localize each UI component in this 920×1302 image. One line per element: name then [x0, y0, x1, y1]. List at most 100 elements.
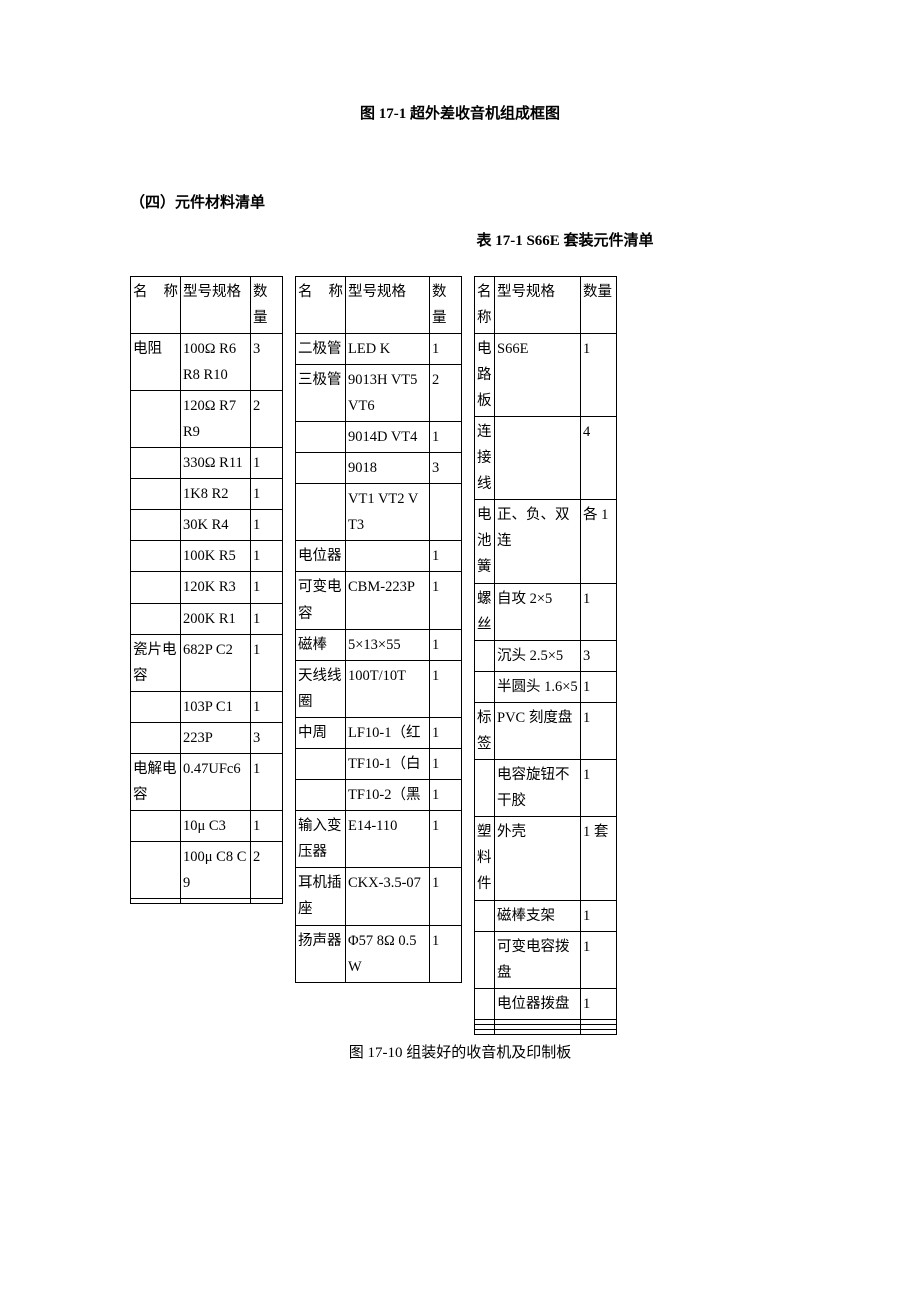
cell-name: 电池簧 [475, 500, 495, 583]
table-row: 电阻100Ω R6 R8 R103 [131, 333, 283, 390]
cell-name [475, 900, 495, 931]
table-row: VT1 VT2 VT3 [296, 484, 462, 541]
table-row: 名 称 型号规格 数量 [296, 276, 462, 333]
cell-spec [346, 541, 430, 572]
cell-qty: 1 [251, 510, 283, 541]
cell-spec: Φ57 8Ω 0.5W [346, 925, 430, 982]
cell-spec: 外壳 [495, 817, 581, 900]
table-row: 9014D VT41 [296, 421, 462, 452]
cell-name: 电位器 [296, 541, 346, 572]
cell-spec: 30K R4 [181, 510, 251, 541]
cell-qty: 1 [430, 717, 462, 748]
cell-name [131, 811, 181, 842]
cell-qty: 2 [251, 390, 283, 447]
table-row: 120K R31 [131, 572, 283, 603]
cell-qty: 1 [251, 541, 283, 572]
cell-name: 中周 [296, 717, 346, 748]
cell-name [131, 603, 181, 634]
cell-spec: 200K R1 [181, 603, 251, 634]
cell-spec: 正、负、双连 [495, 500, 581, 583]
cell-qty: 3 [251, 722, 283, 753]
cell-name [296, 453, 346, 484]
cell-qty: 1 [430, 541, 462, 572]
cell-spec: 223P [181, 722, 251, 753]
table-row: 电路板S66E1 [475, 333, 617, 416]
components-table-2: 名 称 型号规格 数量 二极管LED K1 三极管9013H VT5 VT62 … [295, 276, 462, 983]
table-row: 磁棒支架1 [475, 900, 617, 931]
cell-name [475, 671, 495, 702]
cell-spec: 100Ω R6 R8 R10 [181, 333, 251, 390]
cell-name [296, 421, 346, 452]
cell-qty: 1 [251, 691, 283, 722]
cell-qty: 1 [430, 868, 462, 925]
cell-qty: 各 1 [581, 500, 617, 583]
cell-qty: 3 [430, 453, 462, 484]
cell-name [475, 931, 495, 988]
cell-name [131, 572, 181, 603]
cell-name: 二极管 [296, 333, 346, 364]
table-row: 103P C11 [131, 691, 283, 722]
table-row: 半圆头 1.6×51 [475, 671, 617, 702]
cell-name: 标签 [475, 702, 495, 759]
cell-name [475, 1029, 495, 1034]
cell-qty [251, 899, 283, 904]
cell-name: 电阻 [131, 333, 181, 390]
cell-qty: 1 [251, 572, 283, 603]
cell-name [131, 448, 181, 479]
cell-spec: LED K [346, 333, 430, 364]
table-row: 可变电容拨盘1 [475, 931, 617, 988]
cell-name: 扬声器 [296, 925, 346, 982]
cell-qty: 1 [251, 754, 283, 811]
table-row: 螺丝自攻 2×51 [475, 583, 617, 640]
table-row: 100K R51 [131, 541, 283, 572]
table-row: 90183 [296, 453, 462, 484]
cell-spec: 100μ C8 C9 [181, 842, 251, 899]
cell-qty: 3 [581, 640, 617, 671]
table-row: 30K R41 [131, 510, 283, 541]
cell-name: 螺丝 [475, 583, 495, 640]
table-row: 沉头 2.5×53 [475, 640, 617, 671]
cell-spec: 自攻 2×5 [495, 583, 581, 640]
cell-spec: 120Ω R7 R9 [181, 390, 251, 447]
cell-spec [181, 899, 251, 904]
cell-spec: 0.47UFc6 [181, 754, 251, 811]
cell-qty: 4 [581, 416, 617, 499]
cell-spec: TF10-2（黑 [346, 780, 430, 811]
cell-spec: E14-110 [346, 811, 430, 868]
cell-name: 可变电容 [296, 572, 346, 629]
cell-spec: 可变电容拨盘 [495, 931, 581, 988]
cell-name: 电解电容 [131, 754, 181, 811]
cell-spec: 电位器拨盘 [495, 988, 581, 1019]
cell-name: 瓷片电容 [131, 634, 181, 691]
cell-qty: 1 [581, 671, 617, 702]
cell-spec: CBM-223P [346, 572, 430, 629]
col-header-name: 名 称 [131, 276, 181, 333]
cell-spec: 5×13×55 [346, 629, 430, 660]
cell-name [475, 988, 495, 1019]
cell-qty: 1 [251, 634, 283, 691]
cell-qty: 1 [581, 583, 617, 640]
cell-spec: 330Ω R11 [181, 448, 251, 479]
table-row: 二极管LED K1 [296, 333, 462, 364]
cell-qty: 1 [581, 900, 617, 931]
cell-spec: CKX-3.5-07 [346, 868, 430, 925]
cell-name [131, 479, 181, 510]
cell-spec: TF10-1（白 [346, 749, 430, 780]
table-row: 电容旋钮不干胶1 [475, 760, 617, 817]
table-row: 连接线4 [475, 416, 617, 499]
cell-name: 三极管 [296, 364, 346, 421]
cell-qty: 1 [251, 448, 283, 479]
cell-name [131, 510, 181, 541]
cell-qty: 1 [251, 603, 283, 634]
table-row: TF10-2（黑1 [296, 780, 462, 811]
cell-spec: 磁棒支架 [495, 900, 581, 931]
table-row: 三极管9013H VT5 VT62 [296, 364, 462, 421]
table-row: 电位器拨盘1 [475, 988, 617, 1019]
cell-qty: 1 [430, 333, 462, 364]
cell-name [131, 390, 181, 447]
cell-name: 塑料件 [475, 817, 495, 900]
cell-spec: 100K R5 [181, 541, 251, 572]
cell-name: 耳机插座 [296, 868, 346, 925]
cell-qty: 1 [430, 780, 462, 811]
col-header-name: 名 称 [296, 276, 346, 333]
